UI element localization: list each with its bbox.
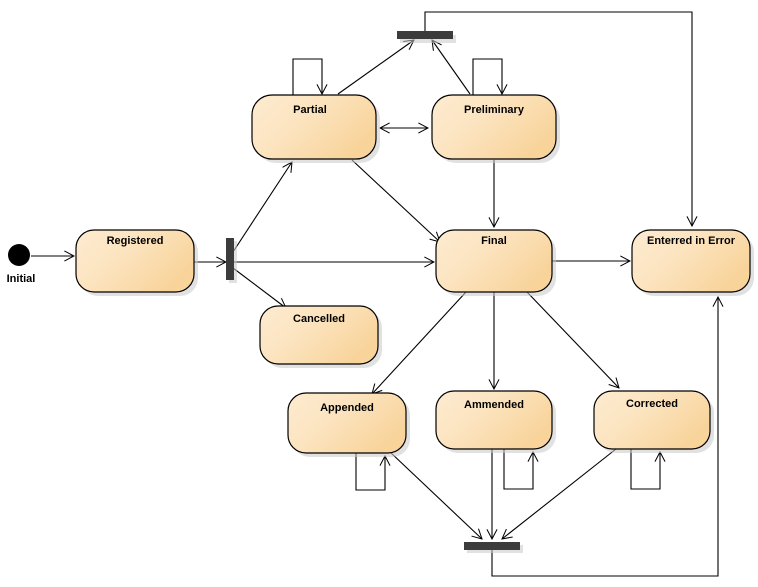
state-appended[interactable]: Appended xyxy=(287,392,410,457)
state-diagram-canvas: Registered Partial Preliminary Cancelled xyxy=(0,0,758,587)
join-bar-bottom[interactable] xyxy=(464,542,520,550)
edge-ammended-self-loop xyxy=(503,449,533,490)
state-cancelled-label: Cancelled xyxy=(293,313,345,325)
state-ammended-label: Ammended xyxy=(464,399,524,411)
initial-node-label: Initial xyxy=(7,273,36,285)
edge-corrected-to-join-bottom xyxy=(502,448,617,539)
states-layer: Registered Partial Preliminary Cancelled xyxy=(75,94,754,457)
state-ammended[interactable]: Ammended xyxy=(435,390,556,453)
state-partial[interactable]: Partial xyxy=(251,94,380,163)
state-preliminary[interactable]: Preliminary xyxy=(431,94,560,163)
state-final[interactable]: Final xyxy=(435,229,556,296)
edge-appended-to-join-bottom xyxy=(389,451,482,539)
state-registered-label: Registered xyxy=(107,235,164,247)
initial-node[interactable]: Initial xyxy=(7,244,36,285)
state-corrected[interactable]: Corrected xyxy=(593,390,714,453)
state-enterred-in-error-label: Enterred in Error xyxy=(647,235,736,247)
state-preliminary-label: Preliminary xyxy=(464,104,525,116)
state-corrected-label: Corrected xyxy=(626,398,678,410)
edge-final-to-appended xyxy=(372,291,467,394)
state-enterred-in-error[interactable]: Enterred in Error xyxy=(631,229,754,296)
state-registered[interactable]: Registered xyxy=(75,229,198,296)
edge-appended-self-loop xyxy=(355,453,385,491)
edge-preliminary-self-loop xyxy=(472,58,502,96)
edge-partial-to-final xyxy=(351,159,440,242)
edge-preliminary-to-join-top xyxy=(432,40,471,95)
initial-node-circle[interactable] xyxy=(8,244,30,266)
edge-final-to-corrected xyxy=(526,291,619,388)
fork-bar-left[interactable] xyxy=(226,238,234,280)
edge-corrected-self-loop xyxy=(630,449,660,490)
state-final-label: Final xyxy=(481,235,507,247)
state-partial-label: Partial xyxy=(293,104,327,116)
edge-fork-to-partial xyxy=(230,162,292,256)
edge-partial-self-loop xyxy=(292,58,322,96)
join-bar-top[interactable] xyxy=(397,31,453,39)
state-appended-label: Appended xyxy=(320,402,374,414)
edge-partial-to-join-top xyxy=(337,40,414,95)
state-cancelled[interactable]: Cancelled xyxy=(259,305,382,368)
edge-fork-to-cancelled xyxy=(232,267,286,308)
state-diagram-svg: Registered Partial Preliminary Cancelled xyxy=(7,11,754,577)
